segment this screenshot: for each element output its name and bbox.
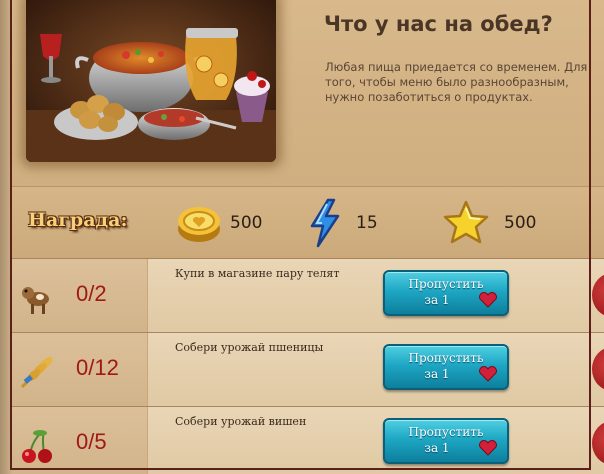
task-description: Собери урожай вишен bbox=[175, 415, 307, 428]
task-description: Купи в магазине пару телят bbox=[175, 267, 340, 280]
quest-illustration bbox=[26, 0, 276, 162]
task-description: Собери урожай пшеницы bbox=[175, 341, 324, 354]
task-status: 0/2 bbox=[12, 259, 148, 332]
left-edge bbox=[0, 0, 12, 474]
gold-coin-icon bbox=[178, 207, 220, 242]
task-progress: 0/2 bbox=[76, 281, 107, 306]
skip-task-button[interactable]: Пропустить за 1 bbox=[383, 270, 509, 316]
skip-task-button[interactable]: Пропустить за 1 bbox=[383, 344, 509, 390]
quest-description: Любая пища приедается со временем. Для т… bbox=[325, 60, 588, 104]
energy-bolt-icon bbox=[310, 198, 340, 248]
task-body: Собери урожай вишен Пропустить за 1 bbox=[148, 407, 604, 474]
cherry-icon bbox=[22, 430, 52, 463]
task-status: 0/5 bbox=[12, 407, 148, 474]
reward-experience-value: 500 bbox=[504, 213, 537, 233]
task-status: 0/12 bbox=[12, 333, 148, 406]
task-row: 0/5 Собери урожай вишен Пропустить за 1 bbox=[12, 406, 604, 474]
side-tab[interactable] bbox=[592, 273, 604, 317]
side-tab[interactable] bbox=[592, 421, 604, 465]
skip-task-button[interactable]: Пропустить за 1 bbox=[383, 418, 509, 464]
task-progress: 0/12 bbox=[76, 355, 119, 380]
calf-icon bbox=[22, 287, 49, 314]
ruby-heart-icon bbox=[479, 440, 497, 456]
reward-energy-value: 15 bbox=[356, 213, 378, 233]
skip-button-label: Пропустить bbox=[408, 277, 484, 291]
reward-coins: 500 bbox=[176, 201, 262, 245]
task-body: Собери урожай пшеницы Пропустить за 1 bbox=[148, 333, 604, 406]
quest-title: Что у нас на обед? bbox=[324, 12, 553, 36]
skip-button-label: Пропустить bbox=[408, 351, 484, 365]
reward-experience: 500 bbox=[442, 200, 537, 245]
star-icon bbox=[443, 200, 489, 244]
ruby-heart-icon bbox=[479, 292, 497, 308]
reward-label: Награда: bbox=[28, 209, 128, 231]
task-body: Купи в магазине пару телят Пропустить за… bbox=[148, 259, 604, 332]
skip-button-label: Пропустить bbox=[408, 425, 484, 439]
reward-energy: 15 bbox=[308, 198, 378, 248]
reward-coins-value: 500 bbox=[230, 213, 263, 233]
task-row: 0/12 Собери урожай пшеницы Пропустить за… bbox=[12, 332, 604, 406]
wheat-icon bbox=[20, 357, 53, 389]
task-row: 0/2 Купи в магазине пару телят Пропустит… bbox=[12, 258, 604, 332]
ruby-heart-icon bbox=[479, 366, 497, 382]
task-progress: 0/5 bbox=[76, 429, 107, 454]
reward-row: Награда: 500 15 500 bbox=[12, 186, 604, 258]
side-tab[interactable] bbox=[592, 347, 604, 391]
